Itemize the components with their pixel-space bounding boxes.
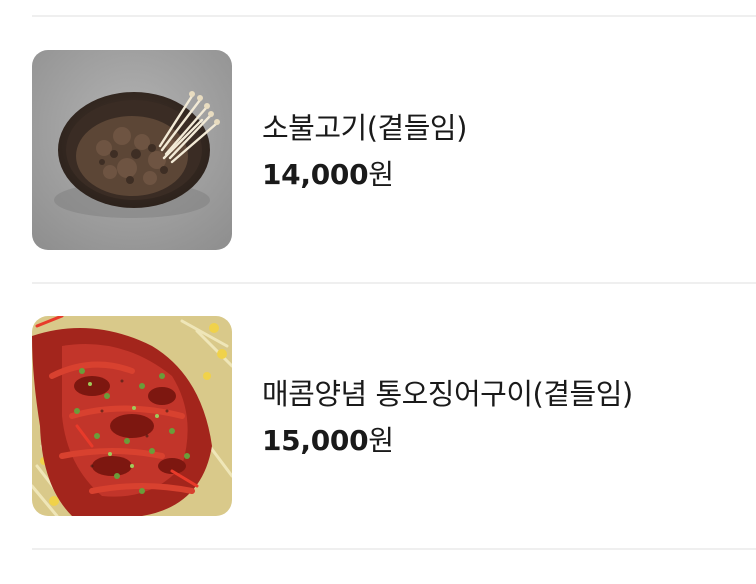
menu-item-bulgogi[interactable]: 소불고기(곁들임) 14,000원 (32, 50, 756, 250)
price-value: 15,000 (262, 424, 369, 457)
bulgogi-photo (32, 50, 232, 250)
menu-name: 소불고기(곁들임) (262, 111, 467, 145)
grilled-squid-photo (32, 316, 232, 516)
menu-price: 14,000원 (262, 158, 467, 192)
menu-name: 매콤양념 통오징어구이(곁들임) (262, 377, 633, 411)
price-currency: 원 (368, 424, 395, 457)
price-value: 14,000 (262, 158, 369, 191)
price-currency: 원 (368, 158, 395, 191)
menu-info: 매콤양념 통오징어구이(곁들임) 15,000원 (262, 316, 633, 516)
menu-info: 소불고기(곁들임) 14,000원 (262, 50, 467, 250)
menu-list: 소불고기(곁들임) 14,000원 매콤양념 통오징어구이(곁들임) 15,00… (0, 0, 756, 584)
menu-item-grilled-squid[interactable]: 매콤양념 통오징어구이(곁들임) 15,000원 (32, 316, 756, 516)
divider-top (32, 15, 756, 17)
divider-middle (32, 282, 756, 284)
menu-price: 15,000원 (262, 424, 633, 458)
divider-bottom (32, 548, 756, 550)
